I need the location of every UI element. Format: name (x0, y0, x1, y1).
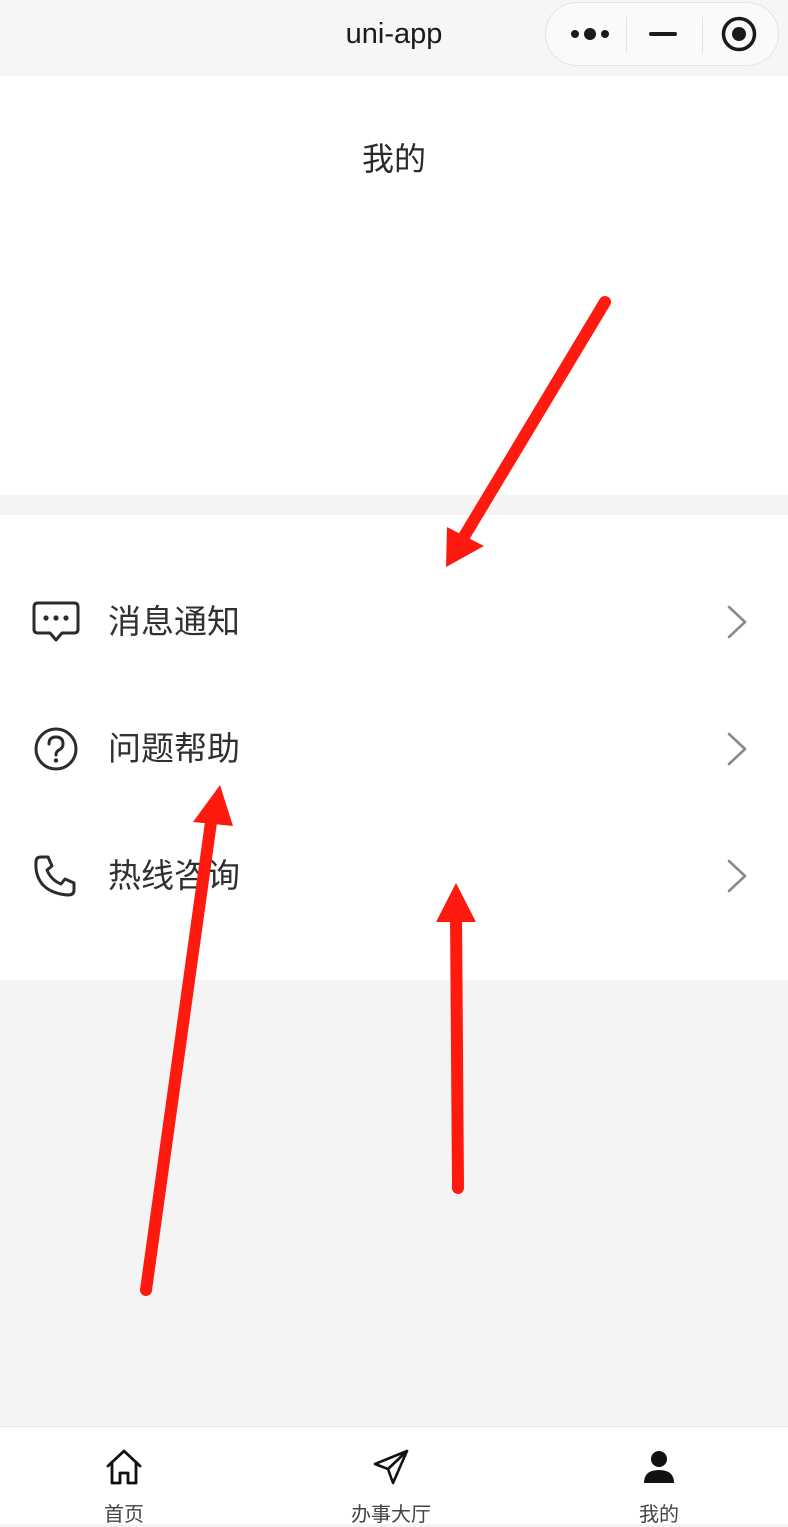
chevron-right-icon (726, 604, 748, 640)
chevron-right-icon (726, 858, 748, 894)
message-bubble-icon (32, 599, 80, 645)
tab-home[interactable]: 首页 (24, 1427, 224, 1526)
send-icon (371, 1447, 411, 1487)
tab-mine[interactable]: 我的 (559, 1427, 759, 1526)
menu-item-notifications[interactable]: 消息通知 (0, 567, 788, 677)
profile-header: 我的 (0, 76, 788, 495)
menu-item-label: 消息通知 (108, 602, 240, 641)
menu-item-hotline[interactable]: 热线咨询 (0, 821, 788, 931)
home-icon (104, 1447, 144, 1487)
tab-service-hall[interactable]: 办事大厅 (291, 1427, 491, 1526)
tab-label: 办事大厅 (351, 1502, 431, 1526)
navigation-bar: uni-app (0, 0, 788, 76)
close-target-icon[interactable] (701, 3, 777, 64)
menu-list: 消息通知 问题帮助 热线咨询 (0, 515, 788, 980)
tab-bar: 首页 办事大厅 我的 (0, 1426, 788, 1526)
menu-item-label: 热线咨询 (108, 856, 240, 895)
tab-label: 首页 (104, 1502, 144, 1526)
capsule-menu (545, 2, 779, 66)
minimize-icon[interactable] (625, 3, 701, 64)
question-circle-icon (32, 726, 80, 772)
more-dots-icon[interactable] (552, 3, 628, 64)
chevron-right-icon (726, 731, 748, 767)
phone-icon (32, 853, 80, 899)
menu-item-help[interactable]: 问题帮助 (0, 694, 788, 804)
tab-label: 我的 (639, 1502, 679, 1526)
user-icon (639, 1447, 679, 1487)
page-title: 我的 (361, 140, 426, 178)
menu-item-label: 问题帮助 (108, 729, 240, 768)
